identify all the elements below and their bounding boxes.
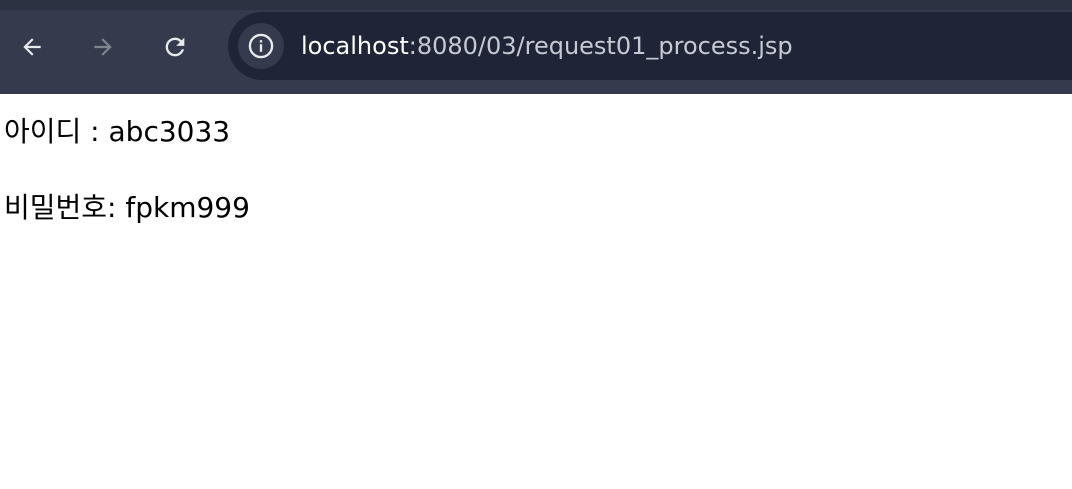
- back-button[interactable]: [12, 27, 52, 67]
- address-bar[interactable]: localhost:8080/03/request01_process.jsp: [228, 12, 1072, 80]
- forward-button[interactable]: [83, 27, 123, 67]
- url-path: :8080/03/request01_process.jsp: [408, 32, 793, 60]
- reload-icon: [165, 37, 185, 57]
- password-text: 비밀번호: fpkm999: [4, 191, 250, 224]
- url-text[interactable]: localhost:8080/03/request01_process.jsp: [301, 29, 793, 63]
- user-id-text: 아이디 : abc3033: [4, 115, 231, 148]
- arrow-right-icon: [94, 38, 112, 56]
- url-host: localhost: [301, 32, 409, 60]
- arrow-left-icon: [23, 38, 41, 56]
- info-icon: [248, 33, 274, 59]
- tab-strip-edge: [0, 0, 1072, 10]
- browser-toolbar: localhost:8080/03/request01_process.jsp: [0, 0, 1072, 94]
- reload-button[interactable]: [155, 27, 195, 67]
- site-info-button[interactable]: [238, 23, 284, 69]
